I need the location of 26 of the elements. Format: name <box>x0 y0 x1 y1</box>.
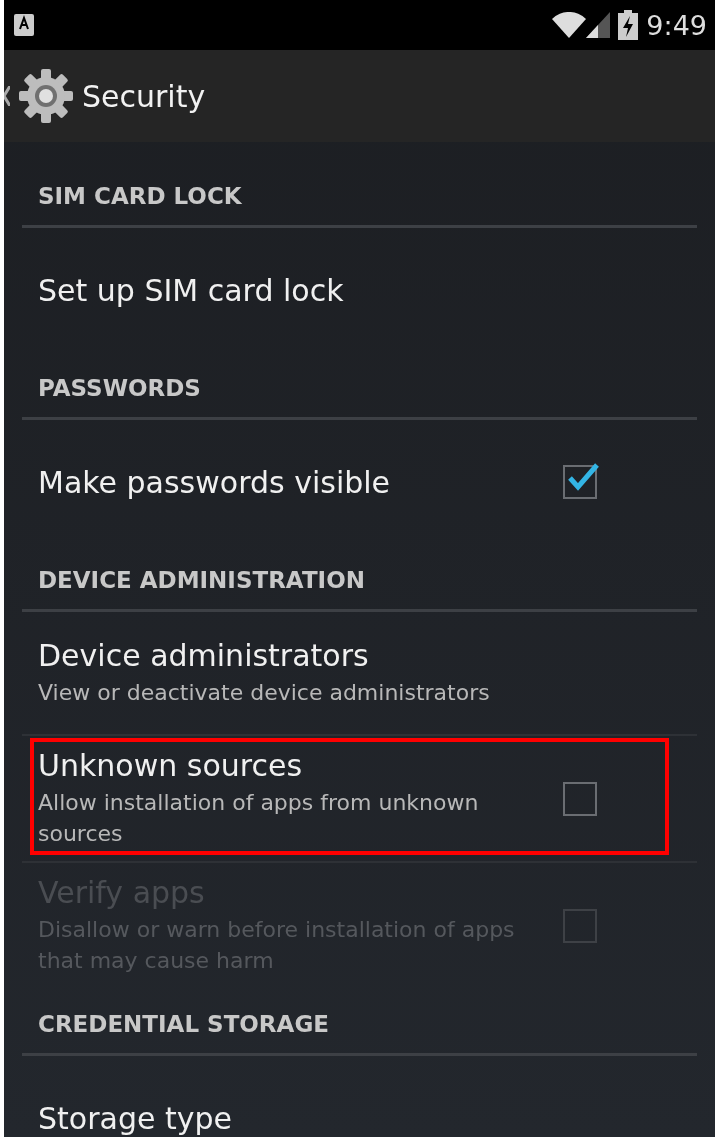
setting-title[interactable]: Make passwords visible <box>38 464 543 500</box>
setting-title[interactable]: Unknown sources <box>38 748 543 783</box>
screen-title: Security <box>82 78 206 114</box>
setting-row[interactable]: Device administrators View or deactivate device administrators <box>22 612 697 736</box>
checkbox[interactable] <box>563 465 597 499</box>
battery-charging-icon <box>618 10 639 40</box>
category-header: CREDENTIAL STORAGE <box>38 1011 329 1037</box>
setting-title[interactable]: Set up SIM card lock <box>38 272 543 308</box>
settings-icon <box>16 66 76 126</box>
setting-row[interactable]: Make passwords visible <box>22 420 697 544</box>
keyboard-notification-icon <box>14 14 34 36</box>
setting-summary: Allow installation of apps from unknown sources <box>38 789 480 848</box>
setting-title[interactable]: Storage type <box>38 1100 543 1136</box>
category-header: DEVICE ADMINISTRATION <box>38 567 365 593</box>
clock-time: 9:49 <box>646 9 707 41</box>
setting-row[interactable]: Set up SIM card lock <box>22 228 697 352</box>
setting-row[interactable]: Storage type <box>22 1056 697 1137</box>
checkbox[interactable] <box>563 781 597 816</box>
checkmark-icon <box>567 463 599 491</box>
signal-icon <box>586 12 611 38</box>
setting-title[interactable]: Device administrators <box>38 638 543 673</box>
setting-row[interactable]: Unknown sources Allow installation of apps from unknown sources <box>22 736 697 863</box>
category-header: SIM CARD LOCK <box>38 183 242 209</box>
category-header: PASSWORDS <box>38 375 201 401</box>
setting-summary: View or deactivate device administrators <box>38 679 491 707</box>
back-caret-icon[interactable] <box>4 86 10 106</box>
